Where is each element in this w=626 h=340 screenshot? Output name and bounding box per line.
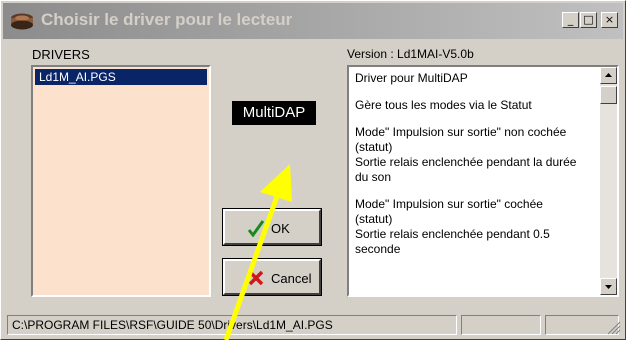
scroll-up-button[interactable] [600,67,617,84]
cancel-button[interactable]: Cancel [222,258,322,296]
minimize-button[interactable]: _ [562,12,579,28]
down-arrow-icon [605,285,612,289]
scroll-thumb[interactable] [600,86,617,104]
description-paragraph: Gère tous les modes via le Statut [355,98,532,112]
checkmark-icon [247,220,265,237]
dialog-window: Choisir le driver pour le lecteur _ □ × … [0,0,626,340]
drivers-listbox[interactable]: Ld1M_AI.PGS [31,65,211,297]
status-bar: C:\PROGRAM FILES\RSF\GUIDE 50\Drivers\Ld… [3,313,623,337]
resize-grip-icon[interactable] [607,321,621,335]
status-panel-empty [461,315,541,335]
description-paragraph: Mode" Impulsion sur sortie" cochée (stat… [355,197,550,256]
description-text: Driver pour MultiDAP Gère tous les modes… [355,71,583,269]
window-title: Choisir le driver pour le lecteur [41,10,293,29]
up-arrow-icon [605,73,612,77]
list-item[interactable]: Ld1M_AI.PGS [35,69,207,85]
ok-button-label: OK [271,221,290,236]
close-button[interactable]: × [601,12,618,28]
description-box[interactable]: Driver pour MultiDAP Gère tous les modes… [347,65,619,297]
description-paragraph: Driver pour MultiDAP [355,71,468,85]
cancel-button-label: Cancel [271,271,312,286]
vertical-scrollbar[interactable] [600,67,617,295]
title-bar[interactable]: Choisir le driver pour le lecteur _ □ × [3,3,623,39]
status-path: C:\PROGRAM FILES\RSF\GUIDE 50\Drivers\Ld… [7,315,457,335]
scroll-down-button[interactable] [600,278,617,295]
speaker-icon [11,13,33,30]
description-paragraph: Mode" Impulsion sur sortie" non cochée (… [355,125,577,184]
device-badge: MultiDAP [232,101,316,125]
version-label: Version : Ld1MAI-V5.0b [347,47,474,61]
ok-button[interactable]: OK [222,208,322,246]
maximize-button[interactable]: □ [580,12,597,28]
cross-icon [248,270,264,286]
drivers-label: DRIVERS [32,47,90,62]
